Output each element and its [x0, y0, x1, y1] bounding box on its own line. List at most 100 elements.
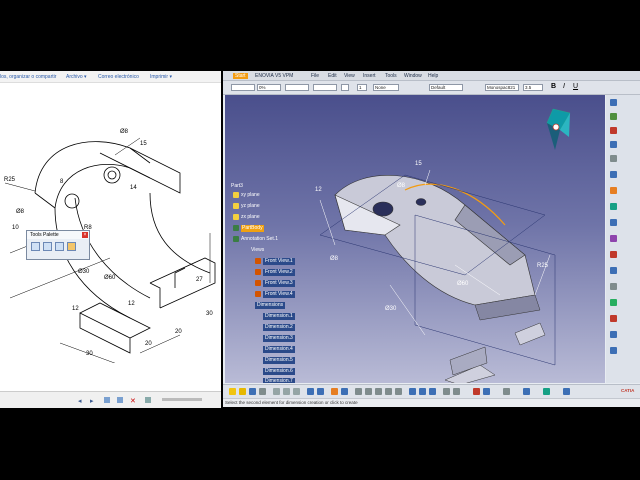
pan-icon[interactable]	[365, 388, 372, 395]
font-field[interactable]: Monospac821	[485, 84, 519, 91]
filter-icon[interactable]	[610, 299, 617, 306]
redo-icon[interactable]	[317, 388, 324, 395]
tree-dimension-5[interactable]: Dimension.5	[263, 357, 295, 364]
3d-viewport[interactable]: 12 15 Ø8 Ø8 Ø30 Ø60 R25 Part3 xy plane y…	[225, 95, 605, 386]
layer-number-field[interactable]: 1	[357, 84, 367, 91]
italic-icon[interactable]: I	[563, 83, 565, 90]
tree-dimension-1[interactable]: Dimension.1	[263, 313, 295, 320]
zoom-in-icon[interactable]	[385, 388, 392, 395]
menu-edit[interactable]: Edit	[328, 73, 337, 79]
tree-front-view-4[interactable]: Front View.4	[263, 291, 295, 298]
menu-enovia[interactable]: ENOVIA V5 VPM	[255, 73, 293, 79]
new-icon[interactable]	[229, 388, 236, 395]
apply-material-icon[interactable]	[523, 388, 530, 395]
tools-palette-titlebar[interactable]: Tools Palette	[27, 231, 89, 239]
open-icon[interactable]	[239, 388, 246, 395]
grid-icon[interactable]	[610, 283, 617, 290]
lineweight-field[interactable]	[313, 84, 337, 91]
check-icon[interactable]	[610, 267, 617, 274]
tree-dimension-3[interactable]: Dimension.3	[263, 335, 295, 342]
next-icon[interactable]: ▸	[90, 398, 94, 405]
clear-icon[interactable]	[610, 315, 617, 322]
menu-file[interactable]: File	[311, 73, 319, 79]
tree-annotation-set[interactable]: Annotation Set.1	[241, 236, 278, 243]
measure-item-icon[interactable]	[483, 388, 490, 395]
undo-icon[interactable]	[307, 388, 314, 395]
tree-dimension-7[interactable]: Dimension.7	[263, 378, 295, 383]
menu-start[interactable]: Start	[233, 73, 248, 79]
swap-space-icon[interactable]	[453, 388, 460, 395]
prev-icon[interactable]: ◂	[78, 398, 82, 405]
flag-note-icon[interactable]	[610, 127, 617, 134]
rotate-left-icon[interactable]	[104, 397, 110, 403]
tolerance-icon[interactable]	[610, 155, 617, 162]
point-field[interactable]	[341, 84, 349, 91]
layer-icon[interactable]	[610, 347, 617, 354]
fit-all-icon[interactable]	[355, 388, 362, 395]
menu-help[interactable]: Help	[428, 73, 438, 79]
menu-tools[interactable]: Tools	[385, 73, 397, 79]
linetype-field[interactable]	[285, 84, 309, 91]
font-size-field[interactable]: 3.5	[523, 84, 543, 91]
capture-icon[interactable]	[610, 219, 617, 226]
tree-xy-plane[interactable]: xy plane	[241, 192, 260, 199]
formula-icon[interactable]	[331, 388, 338, 395]
iso-view-icon[interactable]	[419, 388, 426, 395]
tree-front-view-1[interactable]: Front View.1	[263, 258, 295, 265]
knowledge-icon[interactable]	[563, 388, 570, 395]
constructed-icon[interactable]	[610, 235, 617, 242]
view-tool-icon[interactable]	[610, 171, 617, 178]
transparency-field[interactable]: 0%	[257, 84, 281, 91]
copy-icon[interactable]	[283, 388, 290, 395]
menu-correo[interactable]: Correo electrónico	[98, 74, 139, 80]
tree-dimension-6[interactable]: Dimension.6	[263, 368, 295, 375]
compass-icon[interactable]	[546, 108, 571, 150]
measure-icon[interactable]	[610, 251, 617, 258]
menu-archivo[interactable]: Archivo ▾	[66, 74, 87, 80]
tree-yz-plane[interactable]: yz plane	[241, 203, 260, 210]
zoom-slider[interactable]	[162, 398, 202, 401]
tree-dimension-4[interactable]: Dimension.4	[263, 346, 295, 353]
menu-insert[interactable]: Insert	[363, 73, 376, 79]
pencil-tool-icon[interactable]	[67, 242, 76, 251]
delete-icon[interactable]: ✕	[130, 398, 136, 405]
menu-view[interactable]: View	[344, 73, 355, 79]
bold-icon[interactable]: B	[551, 83, 556, 90]
fly-icon[interactable]	[341, 388, 348, 395]
dimension-tool-icon[interactable]	[31, 242, 40, 251]
hide-show-icon[interactable]	[443, 388, 450, 395]
tree-front-view-2[interactable]: Front View.2	[263, 269, 295, 276]
rotate-icon[interactable]	[375, 388, 382, 395]
underline-icon[interactable]: U	[573, 83, 578, 90]
zoom-out-icon[interactable]	[395, 388, 402, 395]
layer-field[interactable]: None	[373, 84, 399, 91]
print-icon[interactable]	[259, 388, 266, 395]
compass-tool-icon[interactable]	[503, 388, 510, 395]
plane-tool-icon[interactable]	[55, 242, 64, 251]
measure-between-icon[interactable]	[473, 388, 480, 395]
render-style-icon[interactable]	[429, 388, 436, 395]
color-field[interactable]	[231, 84, 255, 91]
print-icon[interactable]	[145, 397, 151, 403]
menu-window[interactable]: Window	[404, 73, 422, 79]
catalog-icon[interactable]	[543, 388, 550, 395]
menu-imprimir[interactable]: Imprimir ▾	[150, 74, 172, 80]
roughness-icon[interactable]	[610, 203, 617, 210]
tree-root[interactable]: Part3	[231, 183, 243, 190]
tree-partbody[interactable]: PartBody	[241, 225, 264, 232]
zoom-icon[interactable]	[610, 331, 617, 338]
tree-dimension-2[interactable]: Dimension.2	[263, 324, 295, 331]
tree-front-view-3[interactable]: Front View.3	[263, 280, 295, 287]
menu-organize[interactable]: los, organizar o compartir	[0, 74, 56, 80]
tree-views[interactable]: Views	[251, 247, 264, 254]
annotation-tool-icon[interactable]	[610, 99, 617, 106]
paste-icon[interactable]	[293, 388, 300, 395]
dimension-icon[interactable]	[610, 187, 617, 194]
datum-icon[interactable]	[610, 141, 617, 148]
tree-dimensions[interactable]: Dimensions	[255, 302, 286, 309]
close-icon[interactable]: ×	[82, 232, 88, 238]
save-icon[interactable]	[249, 388, 256, 395]
rotate-right-icon[interactable]	[117, 397, 123, 403]
tree-zx-plane[interactable]: zx plane	[241, 214, 260, 221]
angle-tool-icon[interactable]	[43, 242, 52, 251]
